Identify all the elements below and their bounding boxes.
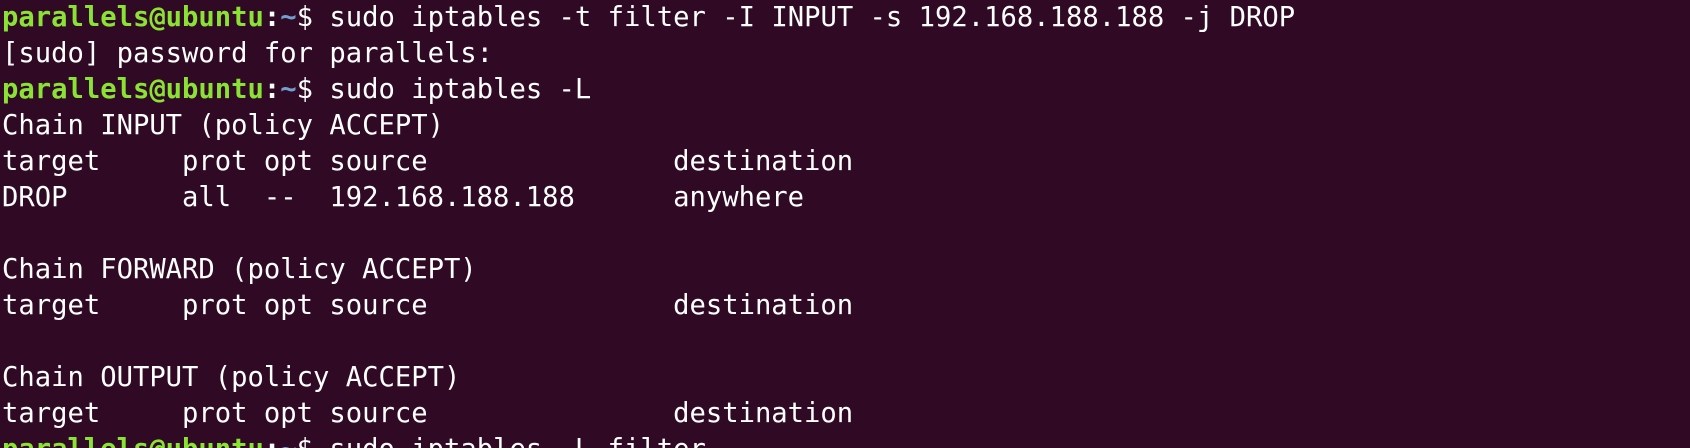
table-header-row: target prot opt source destination (2, 398, 854, 429)
command-text: sudo iptables -L filter (329, 434, 705, 448)
chain-header-forward: Chain FORWARD (policy ACCEPT) (2, 254, 477, 285)
command-text: sudo iptables -L (329, 74, 592, 105)
prompt-path: ~ (280, 2, 297, 33)
chain-header-output: Chain OUTPUT (policy ACCEPT) (2, 362, 461, 393)
terminal-screen[interactable]: parallels@ubuntu:~$ sudo iptables -t fil… (2, 0, 1690, 448)
prompt-symbol: $ (297, 434, 330, 448)
prompt-separator: : (264, 434, 280, 448)
rule-row: DROP all -- 192.168.188.188 anywhere (2, 182, 805, 213)
table-header-row: target prot opt source destination (2, 290, 854, 321)
prompt-user-host: parallels@ubuntu (2, 2, 264, 33)
prompt-path: ~ (280, 434, 296, 448)
terminal-window[interactable]: parallels@ubuntu:~$ sudo iptables -t fil… (0, 0, 1690, 448)
command-line: parallels@ubuntu:~$ sudo iptables -t fil… (2, 0, 1690, 36)
command-text: sudo iptables -t filter -I INPUT -s 192.… (329, 2, 1296, 33)
prompt-separator: : (263, 74, 281, 105)
prompt-separator: : (263, 2, 281, 33)
command-line: parallels@ubuntu:~$ sudo iptables -L (2, 72, 1690, 108)
prompt-user-host: parallels@ubuntu (2, 434, 264, 448)
prompt-symbol: $ (296, 2, 330, 33)
output-line: [sudo] password for parallels: (2, 38, 494, 69)
prompt-user-host: parallels@ubuntu (2, 74, 264, 105)
prompt-symbol: $ (296, 74, 330, 105)
chain-header-input: Chain INPUT (policy ACCEPT) (2, 110, 444, 141)
prompt-path: ~ (280, 74, 297, 105)
command-line: parallels@ubuntu:~$ sudo iptables -L fil… (2, 432, 1690, 448)
table-header-row: target prot opt source destination (2, 146, 854, 177)
